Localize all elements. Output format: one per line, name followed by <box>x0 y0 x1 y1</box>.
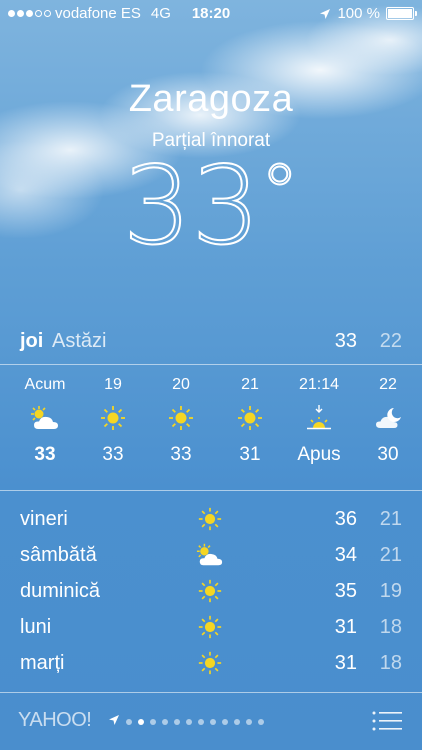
hourly-item: 19 33 <box>83 376 143 466</box>
hourly-item: 21:14 Apus <box>289 376 349 466</box>
daily-forecast[interactable]: vineri 36 21 sâmbătă 34 21 duminică 35 1… <box>0 503 422 683</box>
hour-temp: Apus <box>297 444 341 465</box>
today-low: 22 <box>379 330 402 352</box>
hour-temp: 33 <box>102 444 124 465</box>
today-row: joi Astăzi 33 22 <box>0 328 422 356</box>
divider <box>0 364 422 365</box>
page-dot[interactable] <box>150 719 156 725</box>
yahoo-link[interactable]: YAHOO! <box>18 709 92 732</box>
hour-label: 21 <box>241 376 259 393</box>
daily-row: marți 31 18 <box>0 647 422 683</box>
day-name: luni <box>20 616 52 638</box>
hour-label: 19 <box>104 376 122 393</box>
battery-percent: 100 % <box>337 5 380 22</box>
battery-icon <box>386 7 417 20</box>
hour-label: 21:14 <box>298 376 340 393</box>
daily-row: sâmbătă 34 21 <box>0 539 422 575</box>
hourly-item: Acum 33 <box>15 376 75 466</box>
hour-temp: 33 <box>34 444 56 465</box>
moon-cloud-icon <box>358 398 418 438</box>
current-temperature: 33° <box>122 144 300 269</box>
location-arrow-icon <box>320 8 331 19</box>
page-indicator[interactable] <box>126 719 264 725</box>
page-dot[interactable] <box>222 719 228 725</box>
page-dot[interactable] <box>138 719 144 725</box>
sun-icon <box>192 647 228 679</box>
page-dot[interactable] <box>258 719 264 725</box>
partly-cloudy-icon <box>15 398 75 438</box>
today-day: joi <box>20 330 44 352</box>
divider <box>0 490 422 491</box>
daily-row: vineri 36 21 <box>0 503 422 539</box>
daily-row: luni 31 18 <box>0 611 422 647</box>
day-high: 34 <box>334 544 357 566</box>
sun-icon <box>192 503 228 535</box>
day-name: vineri <box>20 508 68 530</box>
hour-label: Acum <box>24 376 66 393</box>
day-high: 35 <box>334 580 357 602</box>
hourly-item: 20 33 <box>151 376 211 466</box>
sun-icon <box>220 398 280 438</box>
sunset-icon <box>289 398 349 438</box>
location-arrow-icon <box>109 715 119 725</box>
day-name: duminică <box>20 580 101 602</box>
page-dot[interactable] <box>234 719 240 725</box>
partly-cloudy-icon <box>192 539 228 571</box>
day-high: 31 <box>334 616 357 638</box>
day-low: 18 <box>379 652 402 674</box>
hourly-item: 22 30 <box>358 376 418 466</box>
hour-temp: 33 <box>170 444 192 465</box>
daily-row: duminică 35 19 <box>0 575 422 611</box>
page-dot[interactable] <box>162 719 168 725</box>
hour-temp: 30 <box>377 444 399 465</box>
hourly-item: 21 31 <box>220 376 280 466</box>
hour-label: 20 <box>172 376 190 393</box>
city-name: Zaragoza <box>128 78 294 120</box>
day-low: 21 <box>379 508 402 530</box>
today-label: Astăzi <box>52 330 107 352</box>
page-dot[interactable] <box>186 719 192 725</box>
day-low: 21 <box>379 544 402 566</box>
sun-icon <box>192 575 228 607</box>
page-dot[interactable] <box>210 719 216 725</box>
day-name: marți <box>20 652 65 674</box>
hour-label: 22 <box>379 376 397 393</box>
hour-temp: 31 <box>239 444 261 465</box>
day-high: 31 <box>334 652 357 674</box>
page-dot[interactable] <box>198 719 204 725</box>
today-high: 33 <box>334 330 357 352</box>
day-name: sâmbătă <box>20 544 97 566</box>
page-dot[interactable] <box>246 719 252 725</box>
divider <box>0 692 422 693</box>
day-low: 18 <box>379 616 402 638</box>
page-dot[interactable] <box>174 719 180 725</box>
list-button[interactable] <box>372 710 402 732</box>
hourly-forecast[interactable]: Acum 33 19 33 20 33 21 31 21:14 Apus 22 <box>0 376 422 480</box>
bottom-bar: YAHOO! <box>0 702 422 742</box>
status-right: 100 % <box>319 5 417 22</box>
page-dot[interactable] <box>126 719 132 725</box>
day-low: 19 <box>379 580 402 602</box>
sun-icon <box>192 611 228 643</box>
sun-icon <box>151 398 211 438</box>
status-bar: vodafone ES 4G 18:20 100 % <box>0 0 422 26</box>
day-high: 36 <box>334 508 357 530</box>
sun-icon <box>83 398 143 438</box>
